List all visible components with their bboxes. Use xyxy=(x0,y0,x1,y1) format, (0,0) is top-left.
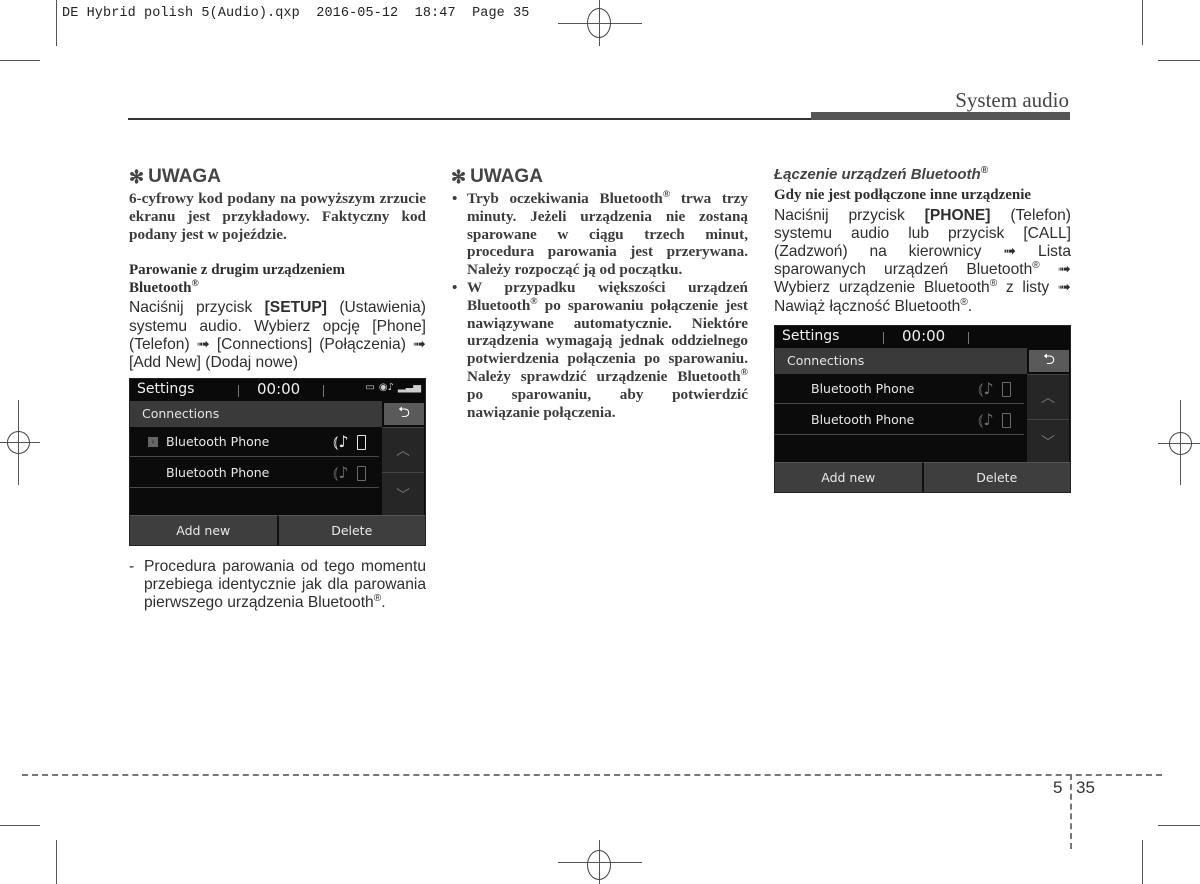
note-text: 6-cyfrowy kod podany na powyższym zrzuci… xyxy=(129,190,426,243)
chapter-number: 5 xyxy=(1053,778,1063,797)
setup-button-label: [SETUP] xyxy=(264,299,327,317)
delete-button[interactable]: Delete xyxy=(921,462,1070,492)
add-new-button[interactable]: Add new xyxy=(775,462,922,492)
instruction-text: Naciśnij przycisk [PHONE] (Telefon) syst… xyxy=(774,206,1071,315)
screen-subtitle: Connections xyxy=(775,348,1027,374)
chevron-up-icon: ︿ xyxy=(396,443,410,459)
phone-icon xyxy=(1001,412,1011,428)
screen-subtitle: Connections xyxy=(130,401,382,427)
device-row[interactable]: Bluetooth Phone ⦅♪ xyxy=(775,374,1024,404)
note-heading: ✻ UWAGA xyxy=(451,166,543,187)
section-title: System audio xyxy=(955,88,1069,112)
back-button[interactable]: ⮌ xyxy=(384,403,424,425)
phone-icon xyxy=(356,465,366,481)
scroll-up-button[interactable]: ︿ xyxy=(1027,374,1069,419)
header-rule xyxy=(128,118,811,120)
crop-mark xyxy=(0,60,40,61)
device-row[interactable]: › Bluetooth Phone ⦅♪ xyxy=(130,427,379,457)
screen-topbar: Settings 00:00 ▭ ◉♪ ▂▃▅ xyxy=(130,379,425,401)
signal-icon: ▂▃▅ xyxy=(397,382,421,393)
crop-mark xyxy=(1142,840,1143,884)
italic-heading: Łączenie urządzeń Bluetooth® xyxy=(774,165,988,183)
back-arrow-icon: ⮌ xyxy=(1042,349,1055,368)
phone-icon xyxy=(356,434,366,450)
device-row[interactable]: Bluetooth Phone ⦅♪ xyxy=(130,458,379,488)
crop-mark xyxy=(0,825,40,826)
selected-marker-icon: › xyxy=(148,437,158,447)
audio-streaming-icon: ⦅♪ xyxy=(978,410,994,429)
screen-clock: 00:00 xyxy=(902,327,946,345)
scroll-up-button[interactable]: ︿ xyxy=(382,427,424,472)
screen-title: Settings xyxy=(137,381,195,397)
screenshot-connections-1: Settings 00:00 ▭ ◉♪ ▂▃▅ Connections ⮌ › … xyxy=(129,378,426,546)
scroll-down-button[interactable]: ﹀ xyxy=(1027,419,1069,463)
asterisk-icon: ✻ xyxy=(129,167,145,187)
bluetooth-audio-icon: ◉♪ xyxy=(378,382,394,393)
screen-title: Settings xyxy=(782,328,840,344)
scroll-down-button[interactable]: ﹀ xyxy=(382,472,424,516)
delete-button[interactable]: Delete xyxy=(276,515,425,545)
column-1: ✻ UWAGA 6-cyfrowy kod podany na powyższy… xyxy=(129,165,426,372)
bullet-item: W przypadku większości urządzeń Bluetoot… xyxy=(451,279,748,421)
subheading: Gdy nie jest podłączone inne urządzenie xyxy=(774,187,1032,203)
note-bullets: Tryb oczekiwania Bluetooth® trwa trzy mi… xyxy=(451,189,748,421)
crop-mark xyxy=(56,0,57,46)
dash-note: - Procedura parowania od tego momentu pr… xyxy=(129,558,426,612)
asterisk-icon: ✻ xyxy=(451,167,467,187)
instruction-text: Naciśnij przycisk [SETUP] (Ustawienia) s… xyxy=(129,299,426,371)
phone-button-label: [PHONE] xyxy=(924,206,991,224)
crop-mark xyxy=(1158,60,1200,61)
page-number: 35 xyxy=(1076,778,1095,797)
back-arrow-icon: ⮌ xyxy=(397,402,410,421)
crop-mark xyxy=(56,840,57,884)
screenshot-connections-2: Settings 00:00 Connections ⮌ Bluetooth P… xyxy=(774,325,1071,493)
audio-streaming-icon: ⦅♪ xyxy=(978,379,994,398)
screen-clock: 00:00 xyxy=(257,380,301,398)
audio-streaming-icon: ⦅♪ xyxy=(333,432,349,451)
print-slug: DE Hybrid polish 5(Audio).qxp 2016-05-12… xyxy=(62,6,530,21)
add-new-button[interactable]: Add new xyxy=(130,515,277,545)
device-row[interactable]: Bluetooth Phone ⦅♪ xyxy=(775,405,1024,435)
back-button[interactable]: ⮌ xyxy=(1029,350,1069,372)
footer-dotted-divider xyxy=(1070,774,1072,849)
chevron-down-icon: ﹀ xyxy=(396,487,410,504)
screen-topbar: Settings 00:00 xyxy=(775,326,1070,348)
status-icons: ▭ ◉♪ ▂▃▅ xyxy=(365,382,421,393)
chevron-down-icon: ﹀ xyxy=(1041,434,1055,451)
crop-mark xyxy=(1158,825,1200,826)
footer-dotted-rule xyxy=(22,774,1162,776)
column-2: ✻ UWAGA Tryb oczekiwania Bluetooth® trwa… xyxy=(451,165,748,421)
subheading: Parowanie z drugim urządzeniem Bluetooth… xyxy=(129,262,345,296)
phone-icon xyxy=(1001,381,1011,397)
audio-streaming-icon: ⦅♪ xyxy=(333,463,349,482)
chevron-up-icon: ︿ xyxy=(1041,390,1055,406)
battery-icon: ▭ xyxy=(365,382,375,393)
bullet-item: Tryb oczekiwania Bluetooth® trwa trzy mi… xyxy=(451,189,748,279)
crop-mark xyxy=(1142,0,1143,45)
header-rule-thick xyxy=(811,112,1070,120)
note-heading: ✻ UWAGA xyxy=(129,166,221,187)
column-3: Łączenie urządzeń Bluetooth® Gdy nie jes… xyxy=(774,165,1071,316)
